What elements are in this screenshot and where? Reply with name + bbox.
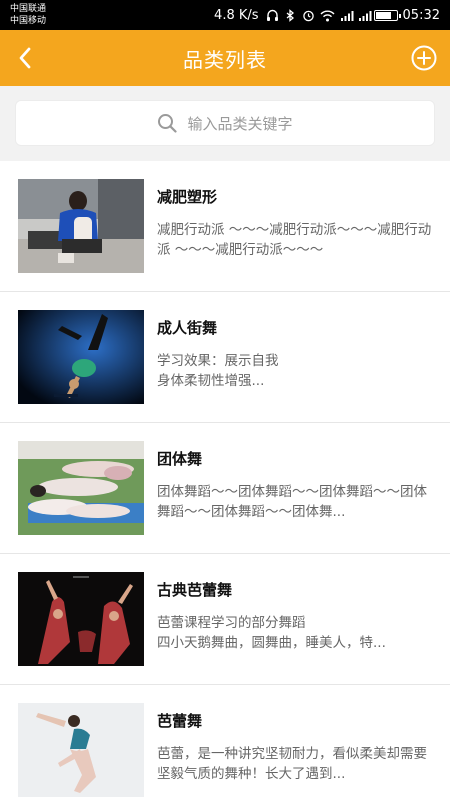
- battery-level: [375, 11, 391, 19]
- chevron-left-icon: [19, 47, 31, 69]
- search-icon: [158, 114, 178, 133]
- item-title: 古典芭蕾舞: [157, 581, 233, 599]
- bluetooth-icon: [284, 8, 297, 22]
- item-title: 减肥塑形: [157, 188, 218, 206]
- carrier-2: 中国移动: [10, 16, 47, 26]
- item-info: 团体舞 团体舞蹈～～团体舞蹈～～团体舞蹈～～团体舞蹈～～团体舞蹈～～团体舞...: [157, 441, 432, 522]
- add-category-button[interactable]: [410, 44, 438, 72]
- back-button[interactable]: [12, 44, 40, 72]
- status-icons: 4.8 K/s 05:32: [214, 8, 440, 23]
- item-title: 团体舞: [157, 450, 203, 468]
- headphones-icon: [266, 9, 279, 22]
- item-info: 减肥塑形 减肥行动派 ～～～减肥行动派～～～减肥行动派 ～～～减肥行动派～～～: [157, 179, 432, 260]
- wifi-icon: [320, 9, 335, 22]
- item-info: 古典芭蕾舞 芭蕾课程学习的部分舞蹈 四小天鹅舞曲，圆舞曲，睡美人，特...: [157, 572, 432, 653]
- thumbnail-ballet: [18, 703, 144, 797]
- circle-plus-icon: [411, 45, 437, 71]
- search-placeholder: 输入品类关键字: [187, 114, 293, 133]
- network-speed: 4.8 K/s: [214, 7, 259, 23]
- list-item[interactable]: 古典芭蕾舞 芭蕾课程学习的部分舞蹈 四小天鹅舞曲，圆舞曲，睡美人，特...: [0, 554, 450, 685]
- category-list: 减肥塑形 减肥行动派 ～～～减肥行动派～～～减肥行动派 ～～～减肥行动派～～～ …: [0, 161, 450, 800]
- item-description: 学习效果：展示自我 身体柔韧性增强...: [157, 353, 279, 389]
- item-description: 芭蕾，是一种讲究坚韧耐力，看似柔美却需要坚毅气质的舞种！长大了遇到...: [157, 746, 427, 782]
- carrier-info: 中国联通 中国移动: [10, 3, 46, 27]
- carrier-1: 中国联通: [10, 4, 47, 14]
- list-item[interactable]: 成人街舞 学习效果：展示自我 身体柔韧性增强...: [0, 292, 450, 423]
- item-info: 芭蕾舞 芭蕾，是一种讲究坚韧耐力，看似柔美却需要坚毅气质的舞种！长大了遇到...: [157, 703, 432, 784]
- thumbnail-classical-ballet: [18, 572, 144, 666]
- list-item[interactable]: 芭蕾舞 芭蕾，是一种讲究坚韧耐力，看似柔美却需要坚毅气质的舞种！长大了遇到...: [0, 685, 450, 800]
- signal-4g-icon: [338, 9, 354, 22]
- alarm-icon: [302, 9, 315, 22]
- item-description: 团体舞蹈～～团体舞蹈～～团体舞蹈～～团体舞蹈～～团体舞蹈～～团体舞...: [157, 484, 427, 520]
- item-description: 减肥行动派 ～～～减肥行动派～～～减肥行动派 ～～～减肥行动派～～～: [157, 222, 432, 258]
- status-bar: 中国联通 中国移动 4.8 K/s 05:32: [0, 0, 450, 30]
- search-input[interactable]: 输入品类关键字: [15, 100, 435, 146]
- thumbnail-group-dance: [18, 441, 144, 535]
- list-item[interactable]: 团体舞 团体舞蹈～～团体舞蹈～～团体舞蹈～～团体舞蹈～～团体舞蹈～～团体舞...: [0, 423, 450, 554]
- item-description: 芭蕾课程学习的部分舞蹈 四小天鹅舞曲，圆舞曲，睡美人，特...: [157, 615, 386, 651]
- search-section: 输入品类关键字: [0, 86, 450, 161]
- signal-2g-icon: [356, 9, 372, 22]
- thumbnail-slimming: [18, 179, 144, 273]
- thumbnail-street-dance: [18, 310, 144, 404]
- battery-icon: [373, 9, 401, 21]
- item-title: 芭蕾舞: [157, 712, 203, 730]
- clock: 05:32: [402, 7, 440, 23]
- item-info: 成人街舞 学习效果：展示自我 身体柔韧性增强...: [157, 310, 432, 391]
- nav-bar: 品类列表: [0, 30, 450, 86]
- list-item[interactable]: 减肥塑形 减肥行动派 ～～～减肥行动派～～～减肥行动派 ～～～减肥行动派～～～: [0, 161, 450, 292]
- page-title: 品类列表: [183, 47, 267, 72]
- item-title: 成人街舞: [157, 319, 218, 337]
